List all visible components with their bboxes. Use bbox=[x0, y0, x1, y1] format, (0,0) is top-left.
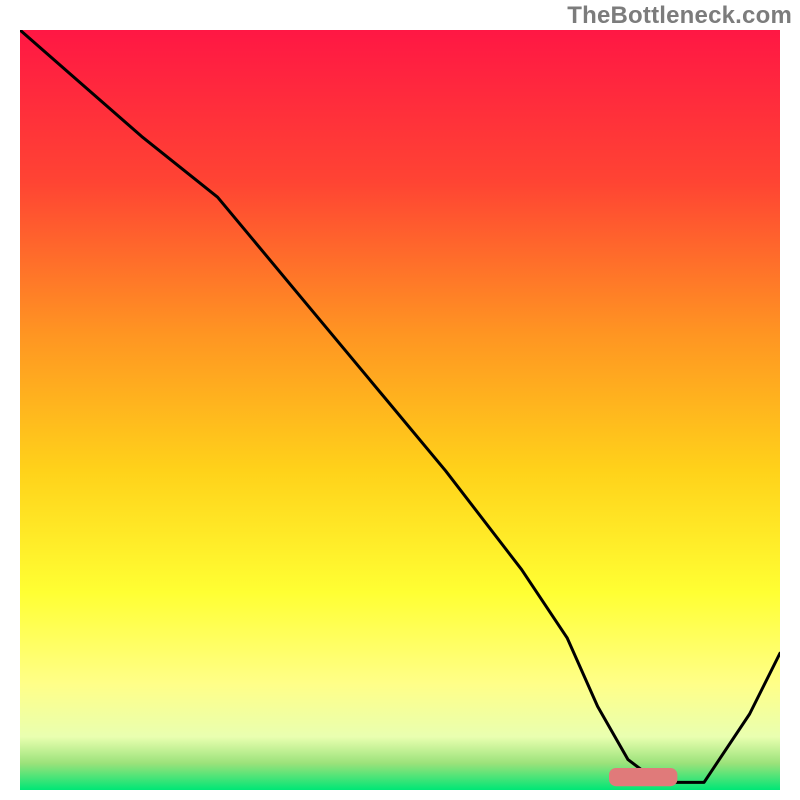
chart-svg bbox=[20, 30, 780, 790]
optimum-marker bbox=[609, 768, 677, 786]
gradient-background bbox=[20, 30, 780, 790]
chart-container: TheBottleneck.com bbox=[0, 0, 800, 800]
plot-area bbox=[20, 30, 780, 790]
watermark-text: TheBottleneck.com bbox=[567, 2, 792, 30]
